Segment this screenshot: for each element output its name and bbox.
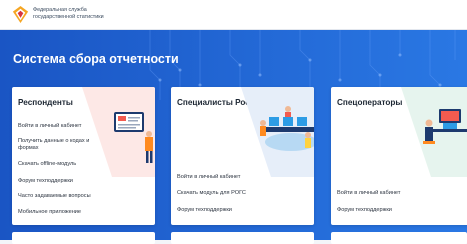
link-mobile-app[interactable]: Мобильное приложение	[18, 209, 81, 216]
rosstat-emblem-icon[interactable]	[11, 5, 30, 24]
card-special-operators: Спецоператоры Войти в личный кабинет Фор…	[331, 87, 467, 225]
card-peek	[171, 232, 314, 244]
org-name: Федеральная служба государственной стати…	[33, 7, 104, 21]
org-name-line2: государственной статистики	[33, 14, 104, 20]
org-name-line1: Федеральная служба	[33, 7, 87, 13]
link-download-rogs-module[interactable]: Скачать модуль для РОГС	[177, 190, 246, 197]
link-login[interactable]: Войти в личный кабинет	[177, 174, 240, 181]
link-login[interactable]: Войти в личный кабинет	[18, 123, 81, 130]
link-faq[interactable]: Часто задаваемые вопросы	[18, 193, 91, 200]
card-rosstat-specialists: Специалисты Росстата Войти в личный каби…	[171, 87, 314, 225]
specialists-illustration	[241, 87, 314, 177]
card-peek	[331, 232, 467, 244]
card-title: Респонденты	[18, 98, 73, 107]
page-title: Система сбора отчетности	[13, 52, 179, 66]
operators-illustration	[401, 87, 467, 177]
link-download-offline[interactable]: Скачать offline-модуль	[18, 161, 76, 168]
respondent-illustration	[82, 87, 155, 177]
card-title: Спецоператоры	[337, 98, 403, 107]
top-bar: Федеральная служба государственной стати…	[0, 0, 467, 30]
link-get-codes[interactable]: Получить данные о кодах и формах	[18, 138, 98, 152]
link-login[interactable]: Войти в личный кабинет	[337, 190, 400, 197]
card-peek	[12, 232, 155, 244]
link-support-forum[interactable]: Форум техподдержки	[18, 178, 73, 185]
card-respondents: Респонденты Войти в личный кабинет Получ…	[12, 87, 155, 225]
link-support-forum[interactable]: Форум техподдержки	[177, 207, 232, 214]
link-support-forum[interactable]: Форум техподдержки	[337, 207, 392, 214]
